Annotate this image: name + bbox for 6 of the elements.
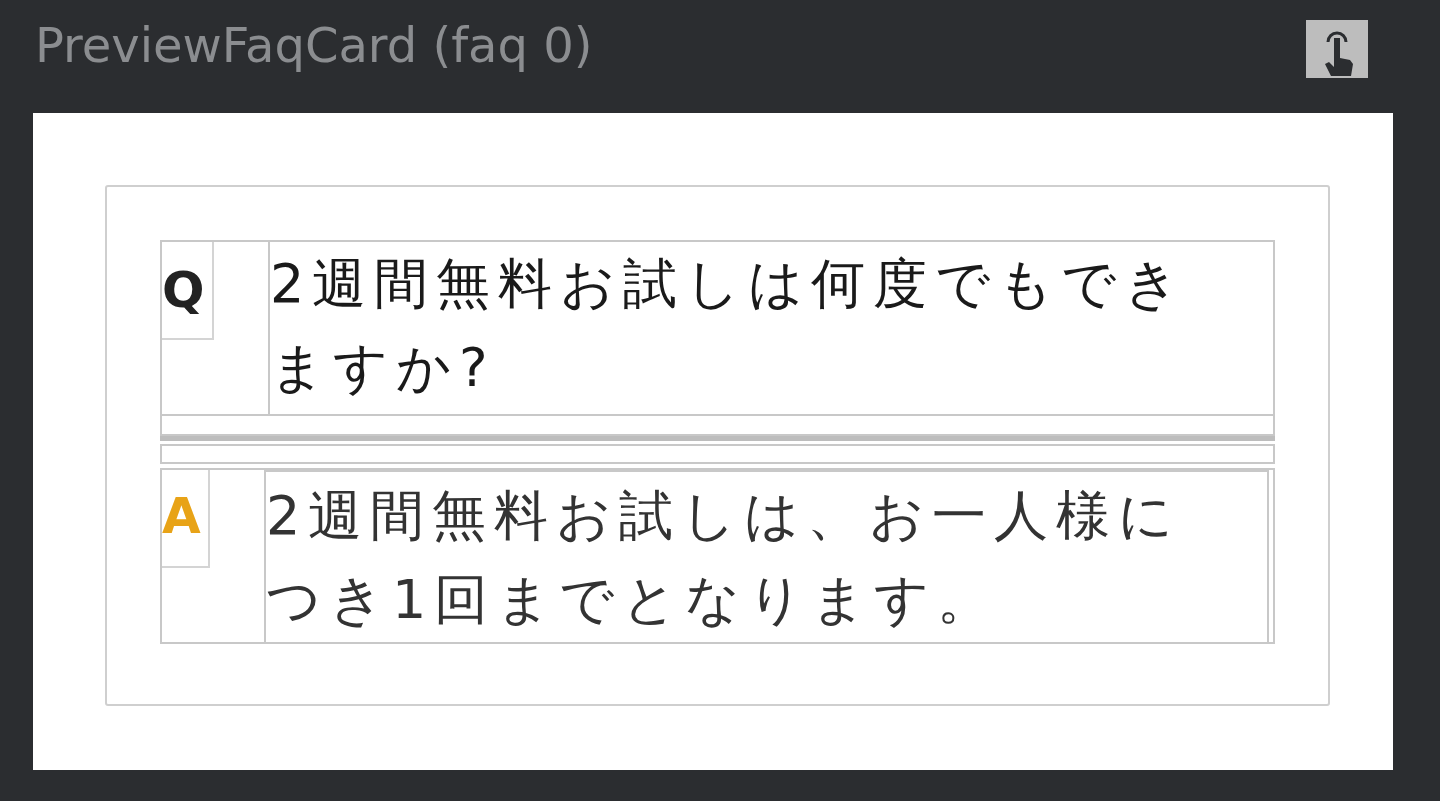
answer-label: A (162, 470, 210, 568)
question-text: 2週間無料お試しは何度でもできますか? (268, 242, 1273, 414)
question-label: Q (162, 242, 214, 340)
answer-text: 2週間無料お試しは、お一人様につき1回までとなります。 (264, 470, 1269, 642)
tap-hand-icon[interactable] (1306, 20, 1368, 78)
preview-title: PreviewFaqCard (faq 0) (35, 17, 593, 73)
